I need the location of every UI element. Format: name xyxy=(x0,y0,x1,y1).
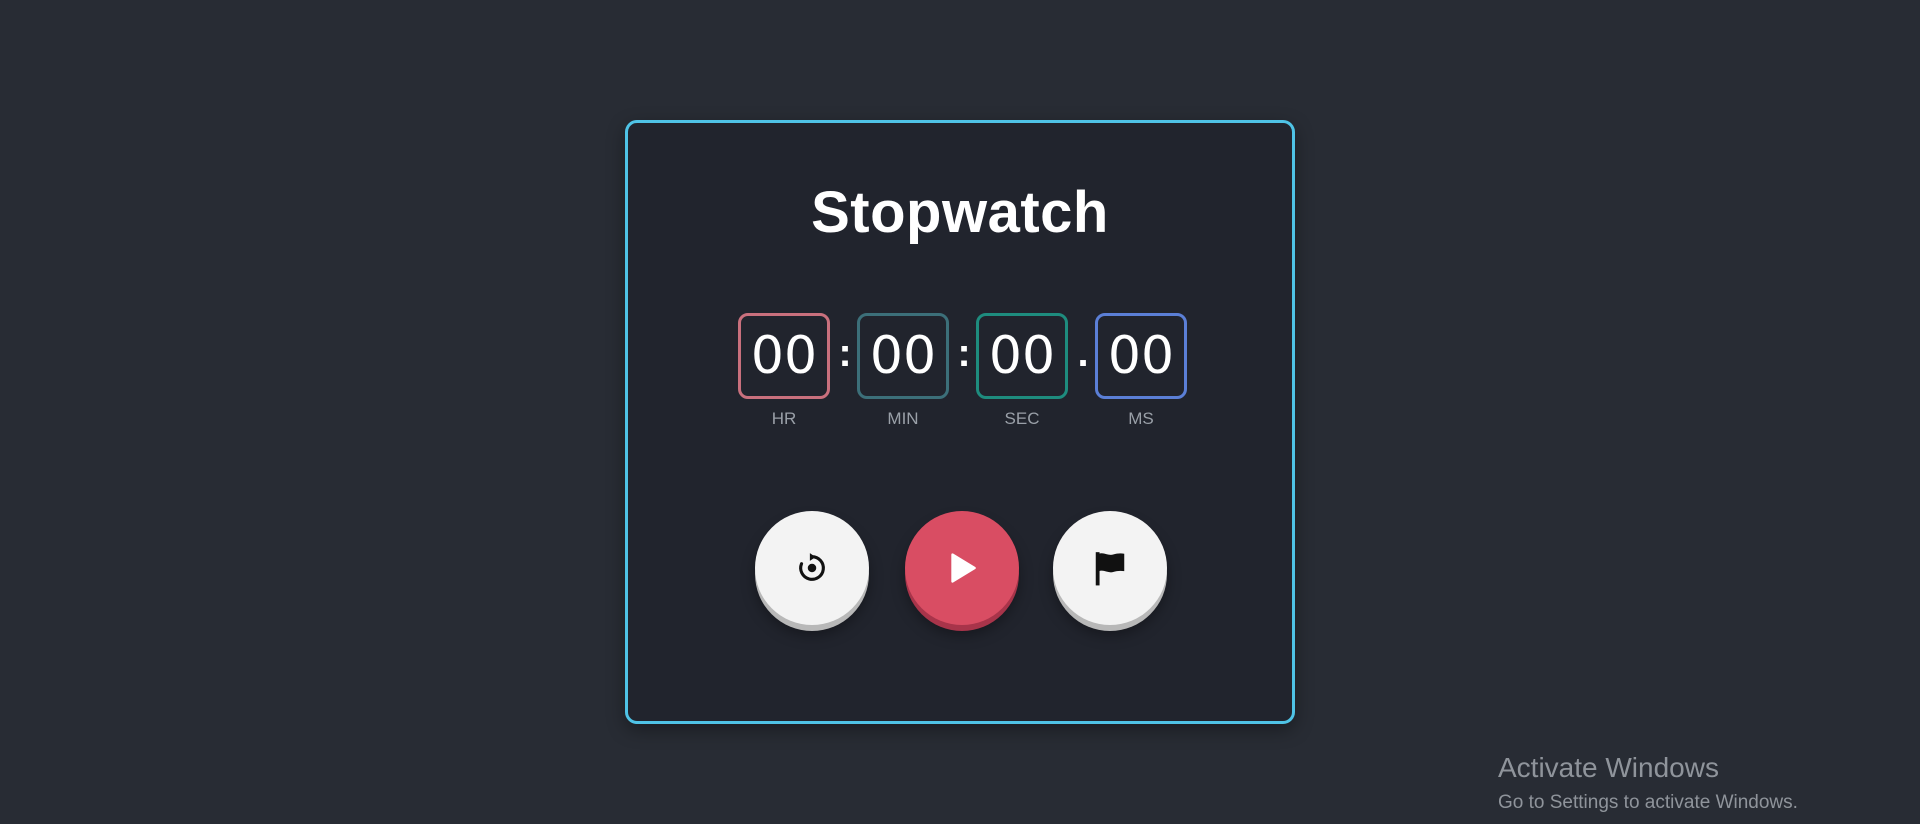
seconds-label: SEC xyxy=(1004,409,1040,428)
watermark-title: Activate Windows xyxy=(1498,752,1719,783)
hours-unit: 00 HR xyxy=(738,313,830,429)
reset-icon xyxy=(799,553,825,581)
stopwatch-card: Stopwatch 00 HR : 00 MIN : 00 SEC . 00 M… xyxy=(625,120,1295,724)
separator-colon: : xyxy=(957,331,971,375)
minutes-value: 00 xyxy=(857,313,949,399)
seconds-value: 00 xyxy=(976,313,1068,399)
windows-activation-watermark: Activate Windows Go to Settings to activ… xyxy=(1498,752,1798,814)
watermark-subtitle: Go to Settings to activate Windows. xyxy=(1498,792,1798,813)
page-title: Stopwatch xyxy=(811,180,1109,245)
play-icon xyxy=(951,553,976,583)
milliseconds-unit: 00 MS xyxy=(1095,313,1187,429)
hours-label: HR xyxy=(771,409,797,428)
milliseconds-value: 00 xyxy=(1095,313,1187,399)
separator-dot: . xyxy=(1077,331,1089,375)
flag-icon xyxy=(1095,552,1125,586)
milliseconds-label: MS xyxy=(1128,409,1154,428)
separator-colon: : xyxy=(838,331,852,375)
seconds-unit: 00 SEC xyxy=(976,313,1068,429)
minutes-label: MIN xyxy=(887,409,919,428)
timer-display: 00 HR : 00 MIN : 00 SEC . 00 MS xyxy=(738,313,1188,433)
start-button[interactable] xyxy=(905,511,1019,625)
lap-button[interactable] xyxy=(1053,511,1167,625)
hours-value: 00 xyxy=(738,313,830,399)
reset-button[interactable] xyxy=(755,511,869,625)
minutes-unit: 00 MIN xyxy=(857,313,949,429)
